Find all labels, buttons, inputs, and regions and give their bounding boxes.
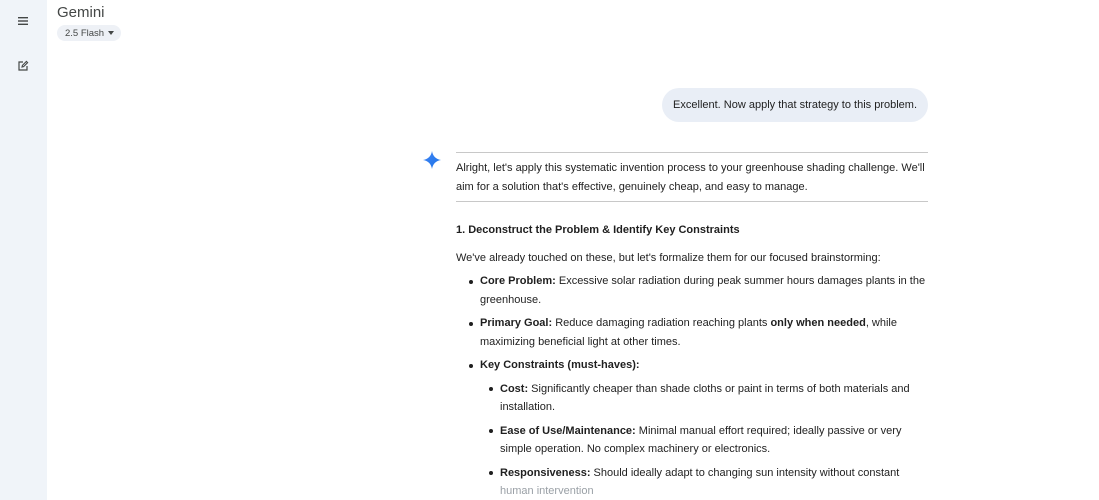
user-message-bubble: Excellent. Now apply that strategy to th… — [662, 88, 928, 122]
response-intro: Alright, let's apply this systematic inv… — [456, 162, 925, 193]
nested-constraints-list: Cost: Significantly cheaper than shade c… — [480, 380, 928, 500]
divider — [456, 201, 928, 202]
new-chat-button[interactable] — [11, 54, 35, 78]
item-text: Reduce damaging radiation reaching plant… — [552, 317, 771, 329]
new-chat-icon — [18, 60, 29, 71]
section-lead: We've already touched on these, but let'… — [456, 251, 881, 264]
list-item: Key Constraints (must-haves): Cost: Sign… — [469, 356, 928, 500]
item-text: Should ideally adapt to changing sun int… — [590, 466, 900, 479]
item-label: Core Problem: — [480, 275, 556, 287]
item-label: Cost: — [500, 382, 529, 395]
constraints-list: Core Problem: Excessive solar radiation … — [456, 272, 928, 500]
menu-icon — [18, 17, 28, 25]
main-menu-button[interactable] — [11, 9, 35, 33]
list-item: Cost: Significantly cheaper than shade c… — [489, 380, 928, 417]
app-title: Gemini — [57, 4, 105, 21]
sidebar-rail — [0, 0, 47, 500]
item-text-faded: human intervention — [500, 485, 594, 497]
item-label: Responsiveness: — [500, 466, 591, 479]
model-selector[interactable]: 2.5 Flash — [57, 25, 122, 41]
section-heading: 1. Deconstruct the Problem & Identify Ke… — [456, 224, 740, 236]
item-label: Ease of Use/Maintenance: — [500, 424, 636, 437]
list-item: Ease of Use/Maintenance: Minimal manual … — [489, 422, 928, 459]
item-emphasis: only when needed — [770, 317, 866, 329]
list-item: Primary Goal: Reduce damaging radiation … — [469, 314, 928, 351]
list-item: Core Problem: Excessive solar radiation … — [469, 272, 928, 309]
item-label: Primary Goal: — [480, 317, 553, 329]
model-label: 2.5 Flash — [65, 27, 105, 39]
list-item: Responsiveness: Should ideally adapt to … — [489, 464, 928, 500]
chevron-down-icon — [108, 31, 115, 35]
item-label: Key Constraints (must-haves): — [480, 359, 640, 371]
model-response: Alright, let's apply this systematic inv… — [456, 152, 928, 500]
item-text: Significantly cheaper than shade cloths … — [500, 382, 910, 414]
user-message-text: Excellent. Now apply that strategy to th… — [673, 99, 917, 111]
gemini-spark-icon — [423, 151, 441, 169]
